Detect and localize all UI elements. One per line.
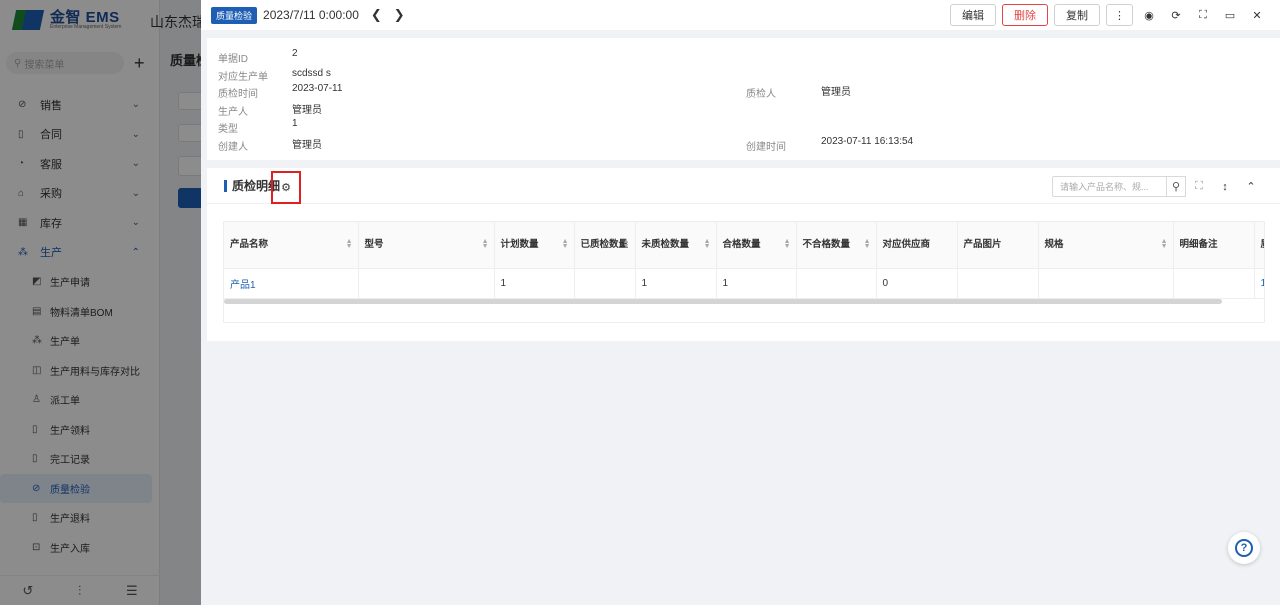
table-row: 产品1 1 1 1 0 1 bbox=[224, 268, 1264, 299]
prev-record-icon[interactable]: ❮ bbox=[371, 7, 382, 23]
play-icon[interactable]: ◉ bbox=[1138, 9, 1160, 22]
table-cell bbox=[796, 268, 877, 299]
created-time-label: 创建时间 bbox=[746, 142, 786, 153]
expand-icon[interactable]: ⛶ bbox=[1186, 180, 1212, 193]
check-time-value: 2023-07-11 bbox=[292, 83, 343, 94]
detail-card: 质检明细 ⚙ 请输入产品名称、规... ⚲ ⛶ ↕ ⌃ 产品名称 ▲ ▼ 型号 ▲ ▼ bbox=[207, 168, 1280, 341]
table-cell: 1 bbox=[716, 268, 797, 299]
sort-icon[interactable]: ▲ ▼ bbox=[864, 238, 871, 250]
producer-value: 管理员 bbox=[292, 105, 322, 116]
info-card: 单据ID 2 对应生产单 scdssd s 质检时间 2023-07-11 生产人 管理… bbox=[207, 38, 1280, 160]
search-icon[interactable]: ⚲ bbox=[1166, 176, 1186, 197]
table-cell bbox=[1038, 268, 1174, 299]
producer-label: 生产人 bbox=[218, 107, 248, 118]
detail-table: 产品名称 ▲ ▼ 型号 ▲ ▼ 计划数量 ▲ ▼ 已质检数量 ▲ ▼ 未质检数量 ▲ ▼ 合格数量 ▲… bbox=[223, 221, 1265, 323]
detail-header: 质检明细 ⚙ 请输入产品名称、规... ⚲ ⛶ ↕ ⌃ bbox=[207, 168, 1280, 204]
column-header[interactable]: 明细备注 bbox=[1173, 222, 1255, 269]
table-cell bbox=[574, 268, 636, 299]
gear-icon: ⚙ bbox=[281, 182, 291, 194]
column-header[interactable]: 已质检数量 ▲ ▼ bbox=[574, 222, 636, 269]
column-header[interactable]: 质 bbox=[1254, 222, 1264, 269]
collapse-up-icon[interactable]: ⌃ bbox=[1238, 180, 1264, 193]
inspector-value: 管理员 bbox=[821, 87, 851, 98]
table-cell: 1 bbox=[494, 268, 575, 299]
next-record-icon[interactable]: ❯ bbox=[394, 7, 405, 23]
table-cell: 1 bbox=[1254, 268, 1264, 299]
doc-id-label: 单据ID bbox=[218, 54, 248, 65]
sort-icon[interactable]: ▲ ▼ bbox=[784, 238, 791, 250]
inspector-label: 质检人 bbox=[746, 89, 776, 100]
dock-icon[interactable]: ▭ bbox=[1219, 9, 1241, 22]
sort-icon[interactable]: ▲ ▼ bbox=[562, 238, 569, 250]
product-name-link[interactable]: 产品1 bbox=[224, 268, 359, 299]
column-header[interactable]: 型号 ▲ ▼ bbox=[358, 222, 495, 269]
type-label: 类型 bbox=[218, 124, 238, 135]
column-settings-button[interactable]: ⚙ bbox=[271, 171, 301, 204]
column-header[interactable]: 产品名称 ▲ ▼ bbox=[224, 222, 359, 269]
edit-button[interactable]: 编辑 bbox=[950, 4, 996, 26]
document-type-badge: 质量检验 bbox=[211, 6, 258, 24]
type-value: 1 bbox=[292, 118, 298, 129]
doc-id-value: 2 bbox=[292, 48, 298, 59]
detail-search-input[interactable]: 请输入产品名称、规... bbox=[1052, 176, 1166, 197]
created-time-value: 2023-07-11 16:13:54 bbox=[821, 136, 914, 147]
table-cell bbox=[1173, 268, 1255, 299]
sort-icon[interactable]: ▲ ▼ bbox=[482, 238, 489, 250]
table-cell bbox=[358, 268, 495, 299]
horizontal-scrollbar[interactable] bbox=[224, 299, 1222, 304]
sort-icon[interactable]: ▲ ▼ bbox=[704, 238, 711, 250]
sort-icon[interactable]: ▲ ▼ bbox=[1161, 238, 1168, 250]
table-cell: 1 bbox=[635, 268, 717, 299]
column-header[interactable]: 未质检数量 ▲ ▼ bbox=[635, 222, 717, 269]
fullscreen-icon[interactable]: ⛶ bbox=[1192, 9, 1214, 22]
creator-label: 创建人 bbox=[218, 142, 248, 153]
column-header[interactable]: 合格数量 ▲ ▼ bbox=[716, 222, 797, 269]
column-header[interactable]: 规格 ▲ ▼ bbox=[1038, 222, 1174, 269]
creator-value: 管理员 bbox=[292, 140, 322, 151]
drawer-header: 质量检验 2023/7/11 0:00:00 ❮ ❯ 编辑 删除 复制 ⋮ ◉ … bbox=[201, 0, 1280, 30]
help-button[interactable]: ? bbox=[1228, 532, 1260, 564]
detail-drawer: 质量检验 2023/7/11 0:00:00 ❮ ❯ 编辑 删除 复制 ⋮ ◉ … bbox=[201, 0, 1280, 605]
row-height-icon[interactable]: ↕ bbox=[1212, 181, 1238, 193]
section-bar bbox=[224, 179, 227, 192]
prod-order-link[interactable]: scdssd s bbox=[292, 68, 331, 79]
column-header[interactable]: 计划数量 ▲ ▼ bbox=[494, 222, 575, 269]
table-header-row: 产品名称 ▲ ▼ 型号 ▲ ▼ 计划数量 ▲ ▼ 已质检数量 ▲ ▼ 未质检数量 ▲ ▼ 合格数量 ▲… bbox=[224, 222, 1264, 269]
copy-button[interactable]: 复制 bbox=[1054, 4, 1100, 26]
column-header[interactable]: 不合格数量 ▲ ▼ bbox=[796, 222, 877, 269]
column-header[interactable]: 产品图片 bbox=[957, 222, 1039, 269]
table-cell: 0 bbox=[876, 268, 958, 299]
check-time-label: 质检时间 bbox=[218, 89, 258, 100]
close-icon[interactable]: ✕ bbox=[1246, 9, 1268, 22]
help-icon: ? bbox=[1235, 539, 1253, 557]
table-cell bbox=[957, 268, 1039, 299]
more-options-icon[interactable]: ⋮ bbox=[1106, 4, 1133, 26]
prod-order-label: 对应生产单 bbox=[218, 72, 268, 83]
document-date: 2023/7/11 0:00:00 bbox=[263, 8, 359, 22]
sort-icon[interactable]: ▲ ▼ bbox=[623, 238, 630, 250]
column-header[interactable]: 对应供应商 bbox=[876, 222, 958, 269]
delete-button[interactable]: 删除 bbox=[1002, 4, 1048, 26]
refresh-icon[interactable]: ⟳ bbox=[1165, 9, 1187, 22]
sort-icon[interactable]: ▲ ▼ bbox=[346, 238, 353, 250]
